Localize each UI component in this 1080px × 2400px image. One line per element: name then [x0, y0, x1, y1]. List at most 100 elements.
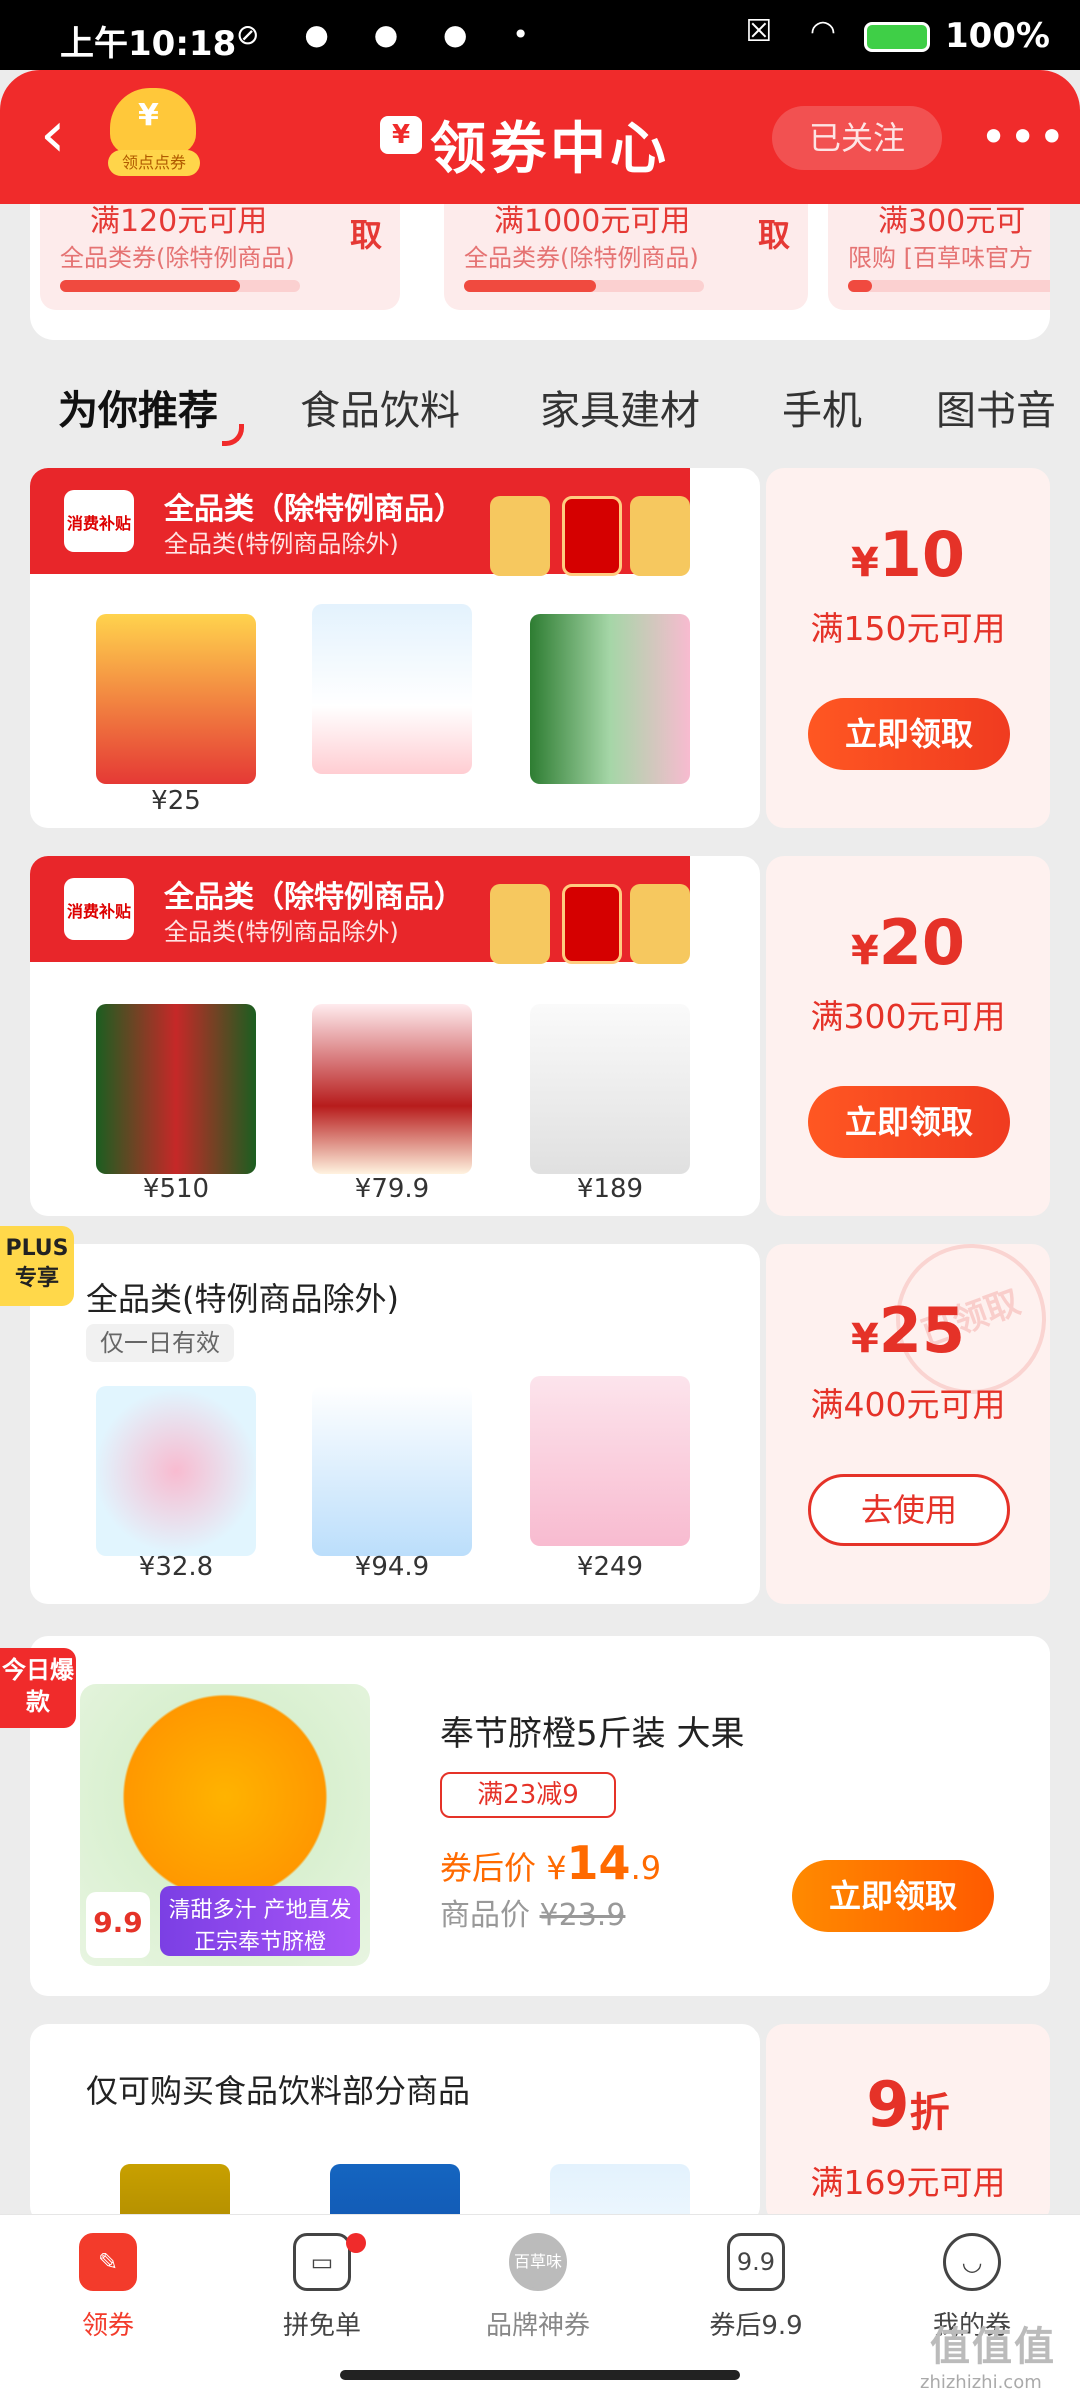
- price-tag-icon: 9.9: [727, 2233, 785, 2291]
- coupon-condition: 满300元可用: [810, 997, 1006, 1036]
- coupon-banner: 消费补贴 全品类（除特例商品） 全品类(特例商品除外): [30, 468, 690, 576]
- deal-card[interactable]: 清甜多汁 产地直发 正宗奉节脐橙 9.9 奉节脐橙5斤装 大果 满23减9 券后…: [30, 1636, 1050, 1996]
- coupon-amount: 9折: [866, 2068, 950, 2141]
- product-image-vacuum[interactable]: [530, 1004, 690, 1174]
- nav-label: 领券: [81, 2311, 134, 2341]
- yen-icon: ¥: [138, 98, 159, 133]
- subsidy-badge: 消费补贴: [64, 878, 134, 940]
- red-envelope-icon: [562, 496, 622, 576]
- mascot-label[interactable]: 领点点券: [108, 150, 200, 176]
- gold-coin-icon: [490, 884, 550, 964]
- notification-icons: ⊘ ● ● ● •: [236, 18, 547, 51]
- tab-recommend[interactable]: 为你推荐: [58, 378, 218, 436]
- product-price: ¥249: [576, 1552, 644, 1582]
- mini-coupon-amount: 满1000元可用: [494, 204, 691, 239]
- coupon-amount: ¥25: [850, 1294, 966, 1367]
- red-envelope-icon: [562, 884, 622, 964]
- product-price: ¥25: [151, 786, 201, 816]
- product-price: ¥510: [142, 1174, 210, 1204]
- back-icon[interactable]: ‹: [40, 100, 90, 170]
- product-price: ¥79.9: [354, 1174, 430, 1204]
- coupon-condition: 满150元可用: [810, 609, 1006, 648]
- deal-image-ribbon: 清甜多汁 产地直发 正宗奉节脐橙: [160, 1886, 360, 1956]
- battery-level: 100%: [944, 16, 1050, 56]
- nav-label: 品牌神券: [485, 2311, 590, 2341]
- nav-after-99[interactable]: 9.9 券后9.9: [676, 2233, 836, 2342]
- coupon-value-panel: 已领取 ¥25 满400元可用 去使用: [766, 1222, 1068, 1604]
- tab-phone[interactable]: 手机: [782, 378, 862, 436]
- mini-coupon-progress: [60, 280, 300, 292]
- claim-button[interactable]: 立即领取: [808, 1086, 1010, 1158]
- coupon-value-panel: ¥20 满300元可用 立即领取: [766, 856, 1050, 1216]
- product-image-dates[interactable]: [312, 1004, 472, 1174]
- coupon-subtitle: 全品类(特例商品除外): [164, 530, 399, 558]
- tab-food[interactable]: 食品饮料: [300, 378, 460, 436]
- coupon-icon: ✎: [79, 2233, 137, 2291]
- nav-brand-coupons[interactable]: 百草味 品牌神券: [458, 2233, 618, 2342]
- use-button[interactable]: 去使用: [808, 1474, 1010, 1546]
- nav-coupons[interactable]: ✎ 领券: [28, 2233, 188, 2342]
- smile-icon: ◡: [943, 2233, 1001, 2291]
- mini-coupon-progress: [464, 280, 704, 292]
- signal-icons: ☒ ◠: [745, 14, 850, 49]
- battery-icon: [864, 22, 930, 52]
- coupon-products[interactable]: 仅可购买食品饮料部分商品: [30, 2024, 760, 2224]
- nav-label: 券后9.9: [709, 2311, 803, 2341]
- coupon-products[interactable]: 全品类(特例商品除外) 仅一日有效 ¥32.8 ¥94.9 ¥249: [30, 1244, 760, 1604]
- deal-discount-badge: 满23减9: [440, 1772, 616, 1818]
- tab-books[interactable]: 图书音: [936, 378, 1056, 436]
- top-header: ‹ ¥ 领点点券 ¥ 领券中心 已关注 •••: [0, 70, 1080, 204]
- status-bar: 上午10:18 ⊘ ● ● ● • ☒ ◠ 100%: [0, 0, 1080, 70]
- page-title: 领券中心: [430, 117, 670, 182]
- coupon-amount: ¥20: [850, 906, 966, 979]
- product-image-drinks[interactable]: [530, 614, 690, 784]
- product-price: ¥189: [576, 1174, 644, 1204]
- mini-coupon-progress: [848, 280, 1050, 292]
- mini-coupon-claim[interactable]: 取: [350, 210, 382, 256]
- product-price: ¥32.8: [138, 1552, 214, 1582]
- coupon-banner: 消费补贴 全品类（除特例商品） 全品类(特例商品除外): [30, 856, 690, 964]
- more-icon[interactable]: •••: [980, 110, 1067, 164]
- coupon-products[interactable]: 消费补贴 全品类（除特例商品） 全品类(特例商品除外) ¥510 ¥79.9 ¥…: [30, 856, 760, 1216]
- coupon-card: 全品类(特例商品除外) 仅一日有效 ¥32.8 ¥94.9 ¥249 已领取 ¥…: [30, 1222, 1068, 1614]
- deal-image-price: 9.9: [86, 1892, 150, 1958]
- product-image-oats[interactable]: [96, 1386, 256, 1556]
- product-image-shampoo[interactable]: [312, 604, 472, 774]
- deal-claim-button[interactable]: 立即领取: [792, 1860, 994, 1932]
- coupon-value-panel: ¥10 满150元可用 立即领取: [766, 468, 1050, 828]
- deal-title: 奉节脐橙5斤装 大果: [440, 1714, 745, 1754]
- mini-coupon-amount: 满300元可: [878, 204, 1026, 239]
- product-price: ¥94.9: [354, 1552, 430, 1582]
- coupon-title: 全品类（除特例商品）: [164, 492, 464, 527]
- watermark: 值值值: [930, 2324, 1056, 2370]
- claim-button[interactable]: 立即领取: [808, 698, 1010, 770]
- subsidy-badge: 消费补贴: [64, 490, 134, 552]
- product-image-orange[interactable]: 清甜多汁 产地直发 正宗奉节脐橙 9.9: [80, 1684, 370, 1966]
- mini-coupon-scope: 全品类券(除特例商品): [464, 244, 699, 272]
- deal-after-price: 券后价 ¥14.9: [440, 1836, 662, 1890]
- tab-furniture[interactable]: 家具建材: [540, 378, 700, 436]
- follow-button[interactable]: 已关注: [772, 106, 942, 170]
- coupon-value-panel: 9折 满169元可用: [766, 2024, 1050, 2224]
- coupon-title: 全品类(特例商品除外): [86, 1280, 399, 1318]
- coupon-validity: 仅一日有效: [86, 1324, 234, 1362]
- mini-coupon-claim[interactable]: 取: [758, 210, 790, 256]
- mini-coupon[interactable]: 满120元可用 全品类券(除特例商品) 取: [40, 204, 400, 310]
- mini-coupon[interactable]: 满1000元可用 全品类券(除特例商品) 取: [444, 204, 808, 310]
- notification-dot: [346, 2233, 366, 2253]
- top-coupon-strip: 满120元可用 全品类券(除特例商品) 取 满1000元可用 全品类券(除特例商…: [30, 204, 1050, 340]
- mini-coupon-scope: 限购 [百草味官方: [848, 244, 1033, 272]
- product-image-chips[interactable]: [96, 614, 256, 784]
- watermark-site: zhizhizhi.com: [920, 2372, 1042, 2393]
- product-image-diapers[interactable]: [530, 1376, 690, 1546]
- product-image-milk[interactable]: [312, 1386, 472, 1556]
- coupon-subtitle: 全品类(特例商品除外): [164, 918, 399, 946]
- gold-coin-icon: [630, 884, 690, 964]
- product-image-coffee[interactable]: [96, 1004, 256, 1174]
- coupon-products[interactable]: 消费补贴 全品类（除特例商品） 全品类(特例商品除外) ¥25: [30, 468, 760, 828]
- mini-coupon[interactable]: 满300元可 限购 [百草味官方: [828, 204, 1050, 310]
- home-indicator: [340, 2370, 740, 2380]
- nav-group-free[interactable]: ▭ 拼免单: [242, 2233, 402, 2342]
- mini-coupon-scope: 全品类券(除特例商品): [60, 244, 295, 272]
- deal-original-price: 商品价 ¥23.9: [440, 1898, 626, 1933]
